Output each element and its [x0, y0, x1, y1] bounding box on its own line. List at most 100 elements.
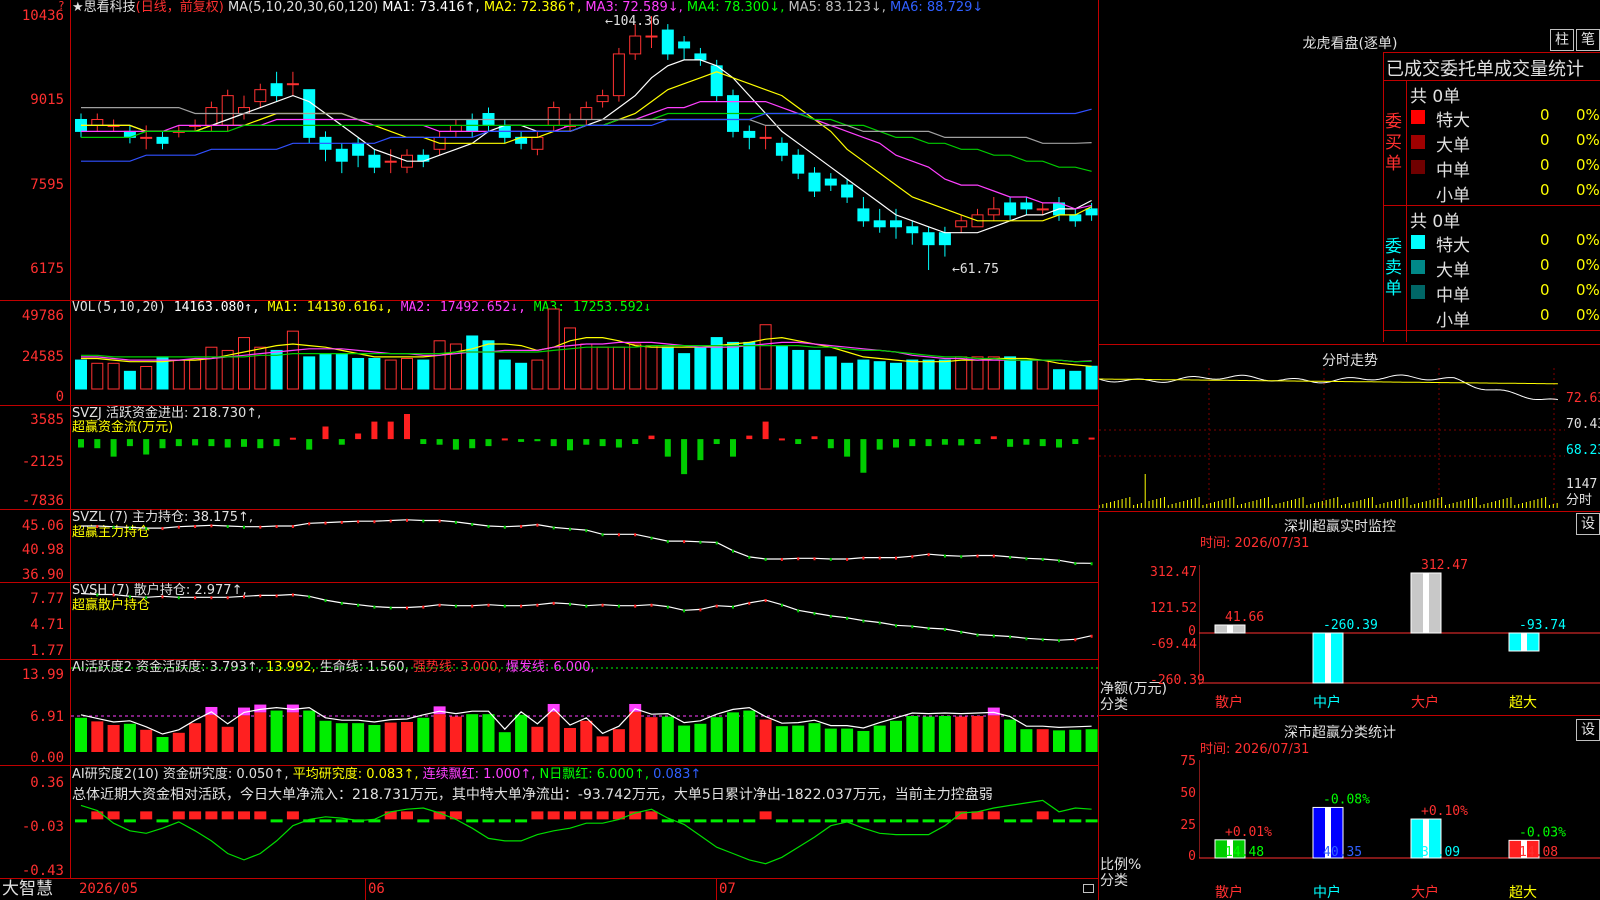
retail-holding-dot	[715, 604, 718, 608]
intraday-chart[interactable]	[1099, 368, 1565, 510]
retail-holding-dot	[683, 609, 686, 613]
order-percent: 0%	[1576, 106, 1600, 124]
activity-burst-bar	[987, 707, 1000, 716]
research-bar	[1085, 819, 1098, 823]
intraday-vol-tick: 1147	[1566, 477, 1598, 492]
fund-flow-bar	[420, 439, 427, 445]
research-bar	[335, 819, 348, 823]
retail-holding-dot	[438, 603, 441, 607]
volume-chart[interactable]	[71, 301, 1098, 405]
candle-body	[906, 226, 919, 234]
lock-icon[interactable]	[1083, 884, 1094, 893]
main-holding-dot	[324, 521, 327, 525]
research-bar	[922, 819, 935, 823]
fund-flow-bar	[208, 439, 215, 447]
volume-bar	[319, 353, 332, 390]
fund-flow-bar	[599, 439, 606, 447]
activity-bar	[75, 717, 87, 752]
research-bar	[1036, 811, 1049, 820]
classify-tick-3: 25	[1180, 818, 1196, 833]
main-holding-dot	[112, 525, 115, 529]
volume-bar	[743, 341, 756, 390]
candle-body	[873, 220, 886, 228]
monitor-settings-button[interactable]: 设	[1576, 513, 1600, 535]
research-bar	[319, 819, 332, 823]
fund-flow-bar	[1072, 439, 1079, 445]
svzl-chart[interactable]	[71, 510, 1098, 582]
activity-bar	[938, 715, 951, 752]
activity-bar	[645, 717, 658, 752]
retail-holding-dot	[161, 595, 164, 599]
candle-body	[922, 232, 935, 246]
research-bar	[890, 819, 902, 823]
ai-activity-chart[interactable]	[71, 660, 1098, 765]
classify-tick-2: 50	[1180, 786, 1196, 801]
classify-tick-4: 0	[1188, 849, 1196, 864]
research-bar	[596, 811, 609, 820]
volume-bar	[727, 341, 739, 390]
main-holding-dot	[732, 549, 734, 553]
volume-bar	[270, 349, 283, 390]
fund-flow-bar	[452, 439, 459, 450]
volume-bar	[661, 346, 674, 390]
svzl-tick-1: 45.06	[21, 518, 64, 534]
category-ratio-label: 14.48	[1225, 845, 1264, 860]
category-value-label: -260.39	[1323, 618, 1378, 633]
svsh-chart[interactable]	[71, 583, 1098, 659]
panel-corner-icon[interactable]: ?	[58, 0, 68, 12]
candle-body	[775, 142, 788, 156]
bar-mode-button[interactable]: 柱	[1550, 29, 1574, 51]
order-size-swatch	[1411, 160, 1425, 174]
main-holding-dot	[471, 522, 474, 526]
retail-holding-line	[80, 592, 1092, 641]
volume-bar	[1053, 369, 1065, 390]
retail-holding-dot	[601, 603, 604, 607]
monitor-bar-chart[interactable]: 41.66 散户 -260.39 中户 312.47 大户 -93.74 超大	[1199, 545, 1600, 715]
svzj-tick-3: -7836	[21, 493, 64, 509]
candle-body	[368, 154, 381, 168]
retail-holding-dot	[911, 625, 914, 629]
svzj-chart[interactable]	[71, 406, 1098, 509]
retail-holding-dot	[194, 596, 197, 600]
fund-flow-bar	[273, 439, 280, 447]
main-holding-dot	[259, 525, 262, 529]
research-bar	[743, 819, 756, 823]
fund-flow-bar	[827, 439, 834, 449]
vol-tick-1: 49786	[21, 308, 64, 324]
classify-settings-button[interactable]: 设	[1576, 719, 1600, 741]
longhu-subtitle: 已成交委托单成交量统计	[1386, 59, 1584, 80]
fund-flow-bar	[681, 439, 688, 475]
order-size-swatch	[1411, 285, 1425, 299]
tick-mode-button[interactable]: 笔	[1576, 29, 1600, 51]
main-holding-dot	[128, 526, 131, 530]
retail-holding-dot	[960, 630, 963, 634]
activity-bar	[270, 710, 283, 752]
main-holding-dot	[569, 527, 571, 531]
candle-body	[938, 232, 951, 246]
research-bar	[466, 819, 479, 823]
volume-bar	[645, 345, 658, 390]
volume-bar	[808, 349, 821, 390]
fund-flow-bar	[941, 439, 948, 445]
main-holding-dot	[846, 557, 849, 561]
intraday-tick-1: 72.63	[1566, 391, 1600, 406]
main-holding-dot	[340, 520, 343, 524]
research-bar	[91, 811, 104, 820]
main-holding-dot	[1041, 557, 1044, 561]
activity-bar	[368, 724, 381, 752]
category-bar-highlight	[1227, 625, 1233, 633]
fund-flow-bar	[355, 433, 362, 440]
research-bar	[482, 819, 495, 823]
monitor-unit: 净额(万元)	[1100, 681, 1167, 697]
classify-bar-chart[interactable]: +0.01% 14.48 散户 -0.08% 40.35 中户 +0.10% 31.09 大户 -…	[1199, 752, 1600, 900]
candlestick-chart[interactable]	[71, 0, 1098, 300]
retail-holding-dot	[112, 593, 115, 597]
monitor-tick-4: -69.44	[1150, 637, 1197, 652]
fund-flow-bar	[844, 439, 851, 457]
ai-research-chart[interactable]	[71, 766, 1098, 878]
candle-body	[857, 208, 870, 222]
activity-bar	[743, 710, 756, 752]
volume-bar	[482, 340, 495, 390]
activity-burst-bar	[547, 703, 560, 712]
retail-holding-dot	[210, 596, 213, 600]
